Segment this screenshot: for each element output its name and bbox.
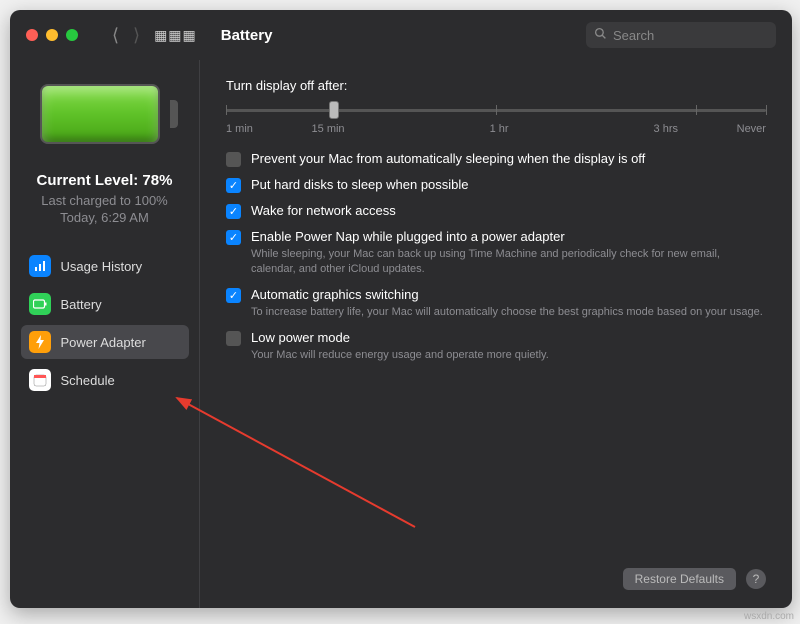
battery-large-icon: [40, 84, 170, 144]
forward-button[interactable]: ⟩: [133, 25, 140, 46]
slider-tick-label: 15 min: [312, 123, 345, 135]
option-desc: Your Mac will reduce energy usage and op…: [251, 348, 766, 363]
sidebar-item-label: Battery: [61, 297, 102, 312]
option-desc: To increase battery life, your Mac will …: [251, 305, 766, 320]
option-graphics-switching: ✓ Automatic graphics switching To increa…: [226, 287, 766, 320]
bolt-icon: [29, 331, 51, 353]
nav-buttons: ⟨ ⟩ ▦▦▦: [112, 25, 197, 46]
battery-icon: [29, 293, 51, 315]
option-title: Enable Power Nap while plugged into a po…: [251, 229, 766, 244]
search-input[interactable]: Search: [586, 22, 776, 48]
checkbox[interactable]: ✓: [226, 288, 241, 303]
slider-tick-label: Never: [737, 123, 766, 135]
slider-tick-label: 1 min: [226, 123, 253, 135]
option-prevent-sleep: Prevent your Mac from automatically slee…: [226, 151, 766, 167]
checkbox[interactable]: ✓: [226, 230, 241, 245]
search-placeholder: Search: [613, 28, 654, 43]
help-button[interactable]: ?: [746, 569, 766, 589]
option-power-nap: ✓ Enable Power Nap while plugged into a …: [226, 229, 766, 277]
slider-thumb-icon[interactable]: [329, 101, 339, 119]
sidebar-item-label: Usage History: [61, 259, 143, 274]
sidebar-item-power-adapter[interactable]: Power Adapter: [21, 325, 189, 359]
slider-tick-label: 3 hrs: [654, 123, 678, 135]
preferences-window: ⟨ ⟩ ▦▦▦ Battery Search Current Level: 78…: [10, 10, 792, 608]
chart-icon: [29, 255, 51, 277]
titlebar: ⟨ ⟩ ▦▦▦ Battery Search: [10, 10, 792, 60]
current-level-label: Current Level: 78%: [37, 172, 173, 189]
checkbox[interactable]: ✓: [226, 204, 241, 219]
last-charged-label: Last charged to 100%: [37, 193, 173, 208]
last-charged-time-label: Today, 6:29 AM: [37, 210, 173, 225]
display-sleep-slider[interactable]: 1 min 15 min 1 hr 3 hrs Never: [226, 101, 766, 135]
fullscreen-icon[interactable]: [66, 29, 78, 41]
sidebar-item-label: Power Adapter: [61, 335, 146, 350]
battery-level-info: Current Level: 78% Last charged to 100% …: [37, 172, 173, 225]
slider-tick-label: 1 hr: [490, 123, 509, 135]
restore-defaults-button[interactable]: Restore Defaults: [623, 568, 736, 590]
traffic-lights: [26, 29, 78, 41]
display-sleep-label: Turn display off after:: [226, 78, 766, 93]
option-wake-network: ✓ Wake for network access: [226, 203, 766, 219]
checkbox[interactable]: ✓: [226, 178, 241, 193]
option-title: Low power mode: [251, 330, 766, 345]
sidebar-item-label: Schedule: [61, 373, 115, 388]
option-title: Wake for network access: [251, 203, 766, 218]
option-title: Prevent your Mac from automatically slee…: [251, 151, 766, 166]
sidebar-item-schedule[interactable]: Schedule: [21, 363, 189, 397]
option-low-power: Low power mode Your Mac will reduce ener…: [226, 330, 766, 363]
grid-icon[interactable]: ▦▦▦: [154, 27, 197, 44]
sidebar-item-usage-history[interactable]: Usage History: [21, 249, 189, 283]
watermark: wsxdn.com: [744, 611, 794, 622]
checkbox[interactable]: [226, 331, 241, 346]
search-icon: [594, 27, 607, 43]
footer: Restore Defaults ?: [226, 550, 766, 608]
main-panel: Turn display off after: 1 min 15 min 1 h…: [200, 60, 792, 608]
options-list: Prevent your Mac from automatically slee…: [226, 151, 766, 362]
close-icon[interactable]: [26, 29, 38, 41]
option-hard-disks-sleep: ✓ Put hard disks to sleep when possible: [226, 177, 766, 193]
sidebar-nav: Usage History Battery Power Adapter: [21, 249, 189, 397]
sidebar: Current Level: 78% Last charged to 100% …: [10, 60, 200, 608]
minimize-icon[interactable]: [46, 29, 58, 41]
back-button[interactable]: ⟨: [112, 25, 119, 46]
sidebar-item-battery[interactable]: Battery: [21, 287, 189, 321]
option-title: Automatic graphics switching: [251, 287, 766, 302]
checkbox[interactable]: [226, 152, 241, 167]
page-title: Battery: [221, 27, 273, 44]
option-title: Put hard disks to sleep when possible: [251, 177, 766, 192]
calendar-icon: [29, 369, 51, 391]
option-desc: While sleeping, your Mac can back up usi…: [251, 247, 766, 277]
